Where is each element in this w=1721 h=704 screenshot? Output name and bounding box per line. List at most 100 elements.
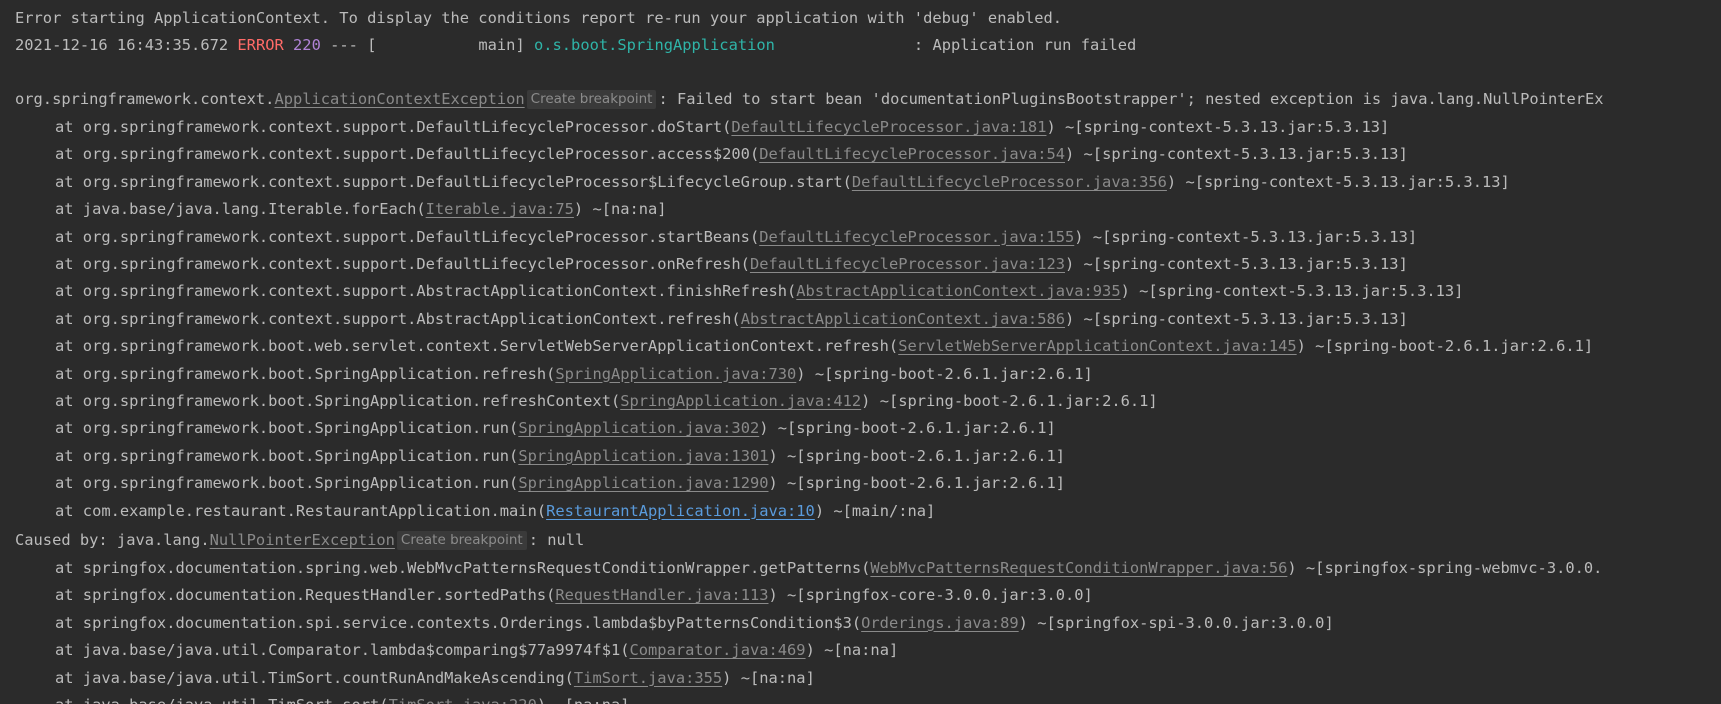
frame-method: at org.springframework.context.support.D… xyxy=(55,255,750,273)
frame-jar-info: ) ~[spring-context-5.3.13.jar:5.3.13] xyxy=(1065,309,1408,328)
create-breakpoint-button[interactable]: Create breakpoint xyxy=(396,531,527,550)
stack-frame: at springfox.documentation.RequestHandle… xyxy=(15,582,1093,609)
frame-jar-info: ) ~[springfox-core-3.0.0.jar:3.0.0] xyxy=(768,586,1093,605)
log-timestamp: 2021-12-16 16:43:35.672 xyxy=(15,36,229,54)
caused-by-class-link[interactable]: NullPointerException xyxy=(210,531,395,549)
frame-jar-info: ) ~[spring-context-5.3.13.jar:5.3.13] xyxy=(1166,172,1510,191)
source-link[interactable]: SpringApplication.java:302 xyxy=(518,419,759,437)
source-link[interactable]: WebMvcPatternsRequestConditionWrapper.ja… xyxy=(870,559,1287,577)
frame-jar-info: ) ~[na:na] xyxy=(805,641,899,660)
log-thread: main] xyxy=(376,36,534,54)
source-link[interactable]: RestaurantApplication.java:10 xyxy=(546,502,815,520)
source-link[interactable]: TimSort.java:220 xyxy=(389,696,537,704)
frame-method: at java.base/java.util.TimSort.countRunA… xyxy=(55,668,574,687)
frame-method: at org.springframework.boot.SpringApplic… xyxy=(55,392,621,410)
exception-prefix: org.springframework.context. xyxy=(15,90,275,108)
stack-frame: at org.springframework.boot.web.servlet.… xyxy=(15,333,1593,360)
exception-class-link[interactable]: ApplicationContextException xyxy=(274,90,524,108)
stack-frame: at org.springframework.context.support.D… xyxy=(15,169,1510,196)
frame-method: at org.springframework.boot.SpringApplic… xyxy=(55,364,556,383)
source-link[interactable]: DefaultLifecycleProcessor.java:123 xyxy=(750,255,1065,273)
error-starting-line: Error starting ApplicationContext. To di… xyxy=(15,5,1062,32)
source-link[interactable]: Iterable.java:75 xyxy=(426,200,574,218)
log-line: 2021-12-16 16:43:35.672 ERROR 220 --- [ … xyxy=(15,32,1136,59)
source-link[interactable]: AbstractApplicationContext.java:935 xyxy=(796,282,1120,300)
log-separator: --- [ xyxy=(320,36,377,54)
frame-method: at org.springframework.boot.SpringApplic… xyxy=(55,446,519,465)
frame-method: at java.base/java.lang.Iterable.forEach( xyxy=(55,200,426,219)
frame-jar-info: ) ~[na:na] xyxy=(573,200,667,219)
frame-method: at java.base/java.util.Comparator.lambda… xyxy=(55,641,630,660)
source-link[interactable]: ServletWebServerApplicationContext.java:… xyxy=(898,337,1296,355)
stack-frame: at org.springframework.boot.SpringApplic… xyxy=(15,443,1065,470)
source-link[interactable]: TimSort.java:355 xyxy=(574,669,722,687)
source-link[interactable]: Comparator.java:469 xyxy=(630,641,806,659)
frame-method: at org.springframework.boot.web.servlet.… xyxy=(55,337,899,356)
frame-jar-info: ) ~[spring-context-5.3.13.jar:5.3.13] xyxy=(1065,255,1408,273)
stack-frame: at org.springframework.context.support.D… xyxy=(15,251,1408,278)
frame-method: at org.springframework.context.support.D… xyxy=(55,227,760,246)
source-link[interactable]: DefaultLifecycleProcessor.java:155 xyxy=(759,228,1074,246)
stack-frame: at springfox.documentation.spi.service.c… xyxy=(15,610,1334,637)
source-link[interactable]: SpringApplication.java:412 xyxy=(620,392,861,410)
stack-frame: at java.base/java.util.TimSort.sort(TimS… xyxy=(15,692,630,704)
frame-jar-info: ) ~[spring-boot-2.6.1.jar:2.6.1] xyxy=(759,419,1056,438)
create-breakpoint-button[interactable]: Create breakpoint xyxy=(526,90,657,109)
frame-jar-info: ) ~[spring-context-5.3.13.jar:5.3.13] xyxy=(1074,227,1418,246)
source-link[interactable]: DefaultLifecycleProcessor.java:54 xyxy=(759,145,1065,163)
frame-jar-info: ) ~[spring-boot-2.6.1.jar:2.6.1] xyxy=(1296,337,1594,356)
source-link[interactable]: DefaultLifecycleProcessor.java:181 xyxy=(731,118,1046,136)
frame-method: at springfox.documentation.RequestHandle… xyxy=(55,586,556,605)
frame-method: at org.springframework.boot.SpringApplic… xyxy=(55,474,519,493)
stack-frame: at org.springframework.context.support.A… xyxy=(15,278,1463,305)
log-logger: o.s.boot.SpringApplication xyxy=(533,36,775,54)
exception-line: org.springframework.context.ApplicationC… xyxy=(15,86,1604,113)
stack-frame: at org.springframework.boot.SpringApplic… xyxy=(15,415,1056,442)
stack-frame: at springfox.documentation.spring.web.We… xyxy=(15,555,1602,582)
stack-frame: at org.springframework.context.support.A… xyxy=(15,306,1408,333)
log-level: ERROR xyxy=(237,36,284,54)
frame-jar-info: ) ~[spring-context-5.3.13.jar:5.3.13] xyxy=(1065,145,1408,164)
source-link[interactable]: AbstractApplicationContext.java:586 xyxy=(741,310,1065,328)
source-link[interactable]: SpringApplication.java:1301 xyxy=(518,447,768,465)
stack-frame: at java.base/java.util.TimSort.countRunA… xyxy=(15,665,815,692)
frame-jar-info: ) ~[spring-boot-2.6.1.jar:2.6.1] xyxy=(796,364,1093,383)
source-link[interactable]: DefaultLifecycleProcessor.java:356 xyxy=(852,173,1167,191)
frame-jar-info: ) ~[na:na] xyxy=(722,668,815,687)
source-link[interactable]: SpringApplication.java:730 xyxy=(555,365,796,383)
frame-method: at org.springframework.context.support.A… xyxy=(55,282,797,301)
stack-frame: at com.example.restaurant.RestaurantAppl… xyxy=(15,498,935,525)
frame-method: at java.base/java.util.TimSort.sort( xyxy=(55,696,389,704)
frame-jar-info: ) ~[spring-boot-2.6.1.jar:2.6.1] xyxy=(861,392,1158,410)
stack-frame: at org.springframework.context.support.D… xyxy=(15,141,1408,168)
stack-frame: at org.springframework.context.support.D… xyxy=(15,224,1417,251)
frame-method: at org.springframework.context.support.A… xyxy=(55,309,741,328)
log-pid: 220 xyxy=(293,36,321,54)
source-link[interactable]: SpringApplication.java:1290 xyxy=(518,474,768,492)
log-message: : Application run failed xyxy=(913,36,1137,54)
frame-method: at com.example.restaurant.RestaurantAppl… xyxy=(55,501,547,520)
stack-frame: at org.springframework.boot.SpringApplic… xyxy=(15,388,1158,415)
frame-method: at springfox.documentation.spi.service.c… xyxy=(55,613,862,632)
frame-jar-info: ) ~[spring-boot-2.6.1.jar:2.6.1] xyxy=(768,474,1066,493)
frame-method: at springfox.documentation.spring.web.We… xyxy=(55,559,871,577)
frame-method: at org.springframework.boot.SpringApplic… xyxy=(55,419,519,438)
error-starting-text: Error starting ApplicationContext. To di… xyxy=(15,9,1063,27)
log-logger-pad xyxy=(775,36,914,54)
stack-frame: at java.base/java.util.Comparator.lambda… xyxy=(15,637,898,664)
console-output[interactable]: Error starting ApplicationContext. To di… xyxy=(0,0,1721,704)
frame-jar-info: ) ~[na:na] xyxy=(537,696,630,704)
source-link[interactable]: RequestHandler.java:113 xyxy=(555,586,768,604)
caused-by-message: : null xyxy=(528,531,585,549)
stack-frame: at java.base/java.lang.Iterable.forEach(… xyxy=(15,196,667,223)
frame-jar-info: ) ~[spring-boot-2.6.1.jar:2.6.1] xyxy=(768,446,1066,465)
stack-frame: at org.springframework.boot.SpringApplic… xyxy=(15,470,1065,497)
frame-jar-info: ) ~[main/:na] xyxy=(814,501,936,520)
caused-by-prefix: Caused by: java.lang. xyxy=(15,531,210,549)
stack-frame: at org.springframework.boot.SpringApplic… xyxy=(15,361,1093,388)
stack-frame: at org.springframework.context.support.D… xyxy=(15,114,1389,141)
frame-method: at org.springframework.context.support.D… xyxy=(55,118,732,136)
frame-jar-info: ) ~[springfox-spi-3.0.0.jar:3.0.0] xyxy=(1018,613,1334,632)
frame-jar-info: ) ~[spring-context-5.3.13.jar:5.3.13] xyxy=(1120,282,1464,301)
source-link[interactable]: Orderings.java:89 xyxy=(861,614,1019,632)
